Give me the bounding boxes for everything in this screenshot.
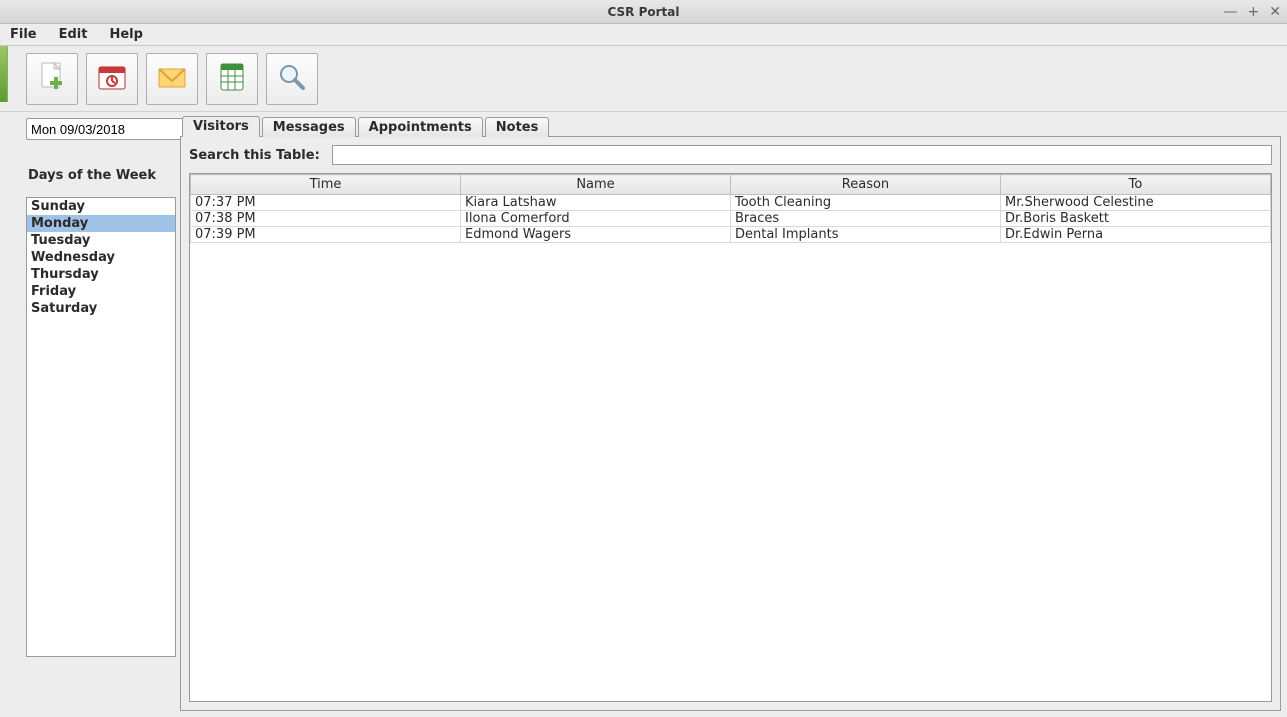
cell-reason: Dental Implants <box>731 227 1001 243</box>
spreadsheet-icon <box>216 61 248 97</box>
day-item-tuesday[interactable]: Tuesday <box>27 232 175 249</box>
day-item-sunday[interactable]: Sunday <box>27 198 175 215</box>
cell-reason: Tooth Cleaning <box>731 195 1001 211</box>
tab-bar: VisitorsMessagesAppointmentsNotes <box>176 112 1281 136</box>
date-picker: ⓘ <box>26 118 176 140</box>
cell-name: Kiara Latshaw <box>461 195 731 211</box>
visitors-table-wrap[interactable]: Time Name Reason To 07:37 PMKiara Latsha… <box>189 173 1272 702</box>
cell-to: Dr.Boris Baskett <box>1001 211 1271 227</box>
cell-name: Edmond Wagers <box>461 227 731 243</box>
window-title: CSR Portal <box>0 5 1287 19</box>
cell-time: 07:38 PM <box>191 211 461 227</box>
export-spreadsheet-button[interactable] <box>206 53 258 105</box>
tab-appointments[interactable]: Appointments <box>358 117 483 137</box>
new-document-icon <box>36 61 68 97</box>
menu-help[interactable]: Help <box>103 25 148 44</box>
calendar-button[interactable] <box>86 53 138 105</box>
day-item-saturday[interactable]: Saturday <box>27 300 175 317</box>
tab-messages[interactable]: Messages <box>262 117 356 137</box>
window-controls: — + ✕ <box>1224 0 1281 24</box>
mail-button[interactable] <box>146 53 198 105</box>
table-row[interactable]: 07:37 PMKiara LatshawTooth CleaningMr.Sh… <box>191 195 1271 211</box>
cell-time: 07:39 PM <box>191 227 461 243</box>
cell-name: Ilona Comerford <box>461 211 731 227</box>
column-header-time[interactable]: Time <box>191 175 461 195</box>
tab-visitors[interactable]: Visitors <box>182 116 260 137</box>
tab-notes[interactable]: Notes <box>485 117 550 137</box>
column-header-name[interactable]: Name <box>461 175 731 195</box>
table-row[interactable]: 07:39 PMEdmond WagersDental ImplantsDr.E… <box>191 227 1271 243</box>
table-search-row: Search this Table: <box>189 145 1272 165</box>
cell-to: Dr.Edwin Perna <box>1001 227 1271 243</box>
day-item-friday[interactable]: Friday <box>27 283 175 300</box>
cell-to: Mr.Sherwood Celestine <box>1001 195 1271 211</box>
minimize-button[interactable]: — <box>1224 5 1238 19</box>
calendar-icon <box>96 61 128 97</box>
tab-panel-visitors: Search this Table: Time Name Reason To <box>180 136 1281 711</box>
desktop-strip <box>0 46 8 102</box>
cell-time: 07:37 PM <box>191 195 461 211</box>
day-item-monday[interactable]: Monday <box>27 215 175 232</box>
maximize-button[interactable]: + <box>1248 5 1260 19</box>
mail-icon <box>156 61 188 97</box>
days-of-week-list[interactable]: SundayMondayTuesdayWednesdayThursdayFrid… <box>26 197 176 657</box>
table-header-row: Time Name Reason To <box>191 175 1271 195</box>
sidebar: ⓘ Days of the Week SundayMondayTuesdayWe… <box>0 112 176 717</box>
close-button[interactable]: ✕ <box>1269 5 1281 19</box>
days-of-week-title: Days of the Week <box>26 168 176 183</box>
menu-edit[interactable]: Edit <box>53 25 94 44</box>
day-item-wednesday[interactable]: Wednesday <box>27 249 175 266</box>
column-header-to[interactable]: To <box>1001 175 1271 195</box>
day-item-thursday[interactable]: Thursday <box>27 266 175 283</box>
search-icon <box>276 61 308 97</box>
table-row[interactable]: 07:38 PMIlona ComerfordBracesDr.Boris Ba… <box>191 211 1271 227</box>
search-input[interactable] <box>332 145 1272 165</box>
menu-file[interactable]: File <box>4 25 43 44</box>
menubar: File Edit Help <box>0 24 1287 46</box>
search-button[interactable] <box>266 53 318 105</box>
toolbar <box>0 46 1287 112</box>
visitors-table: Time Name Reason To 07:37 PMKiara Latsha… <box>190 174 1271 243</box>
column-header-reason[interactable]: Reason <box>731 175 1001 195</box>
new-document-button[interactable] <box>26 53 78 105</box>
titlebar: CSR Portal — + ✕ <box>0 0 1287 24</box>
cell-reason: Braces <box>731 211 1001 227</box>
search-label: Search this Table: <box>189 148 320 163</box>
main-panel: VisitorsMessagesAppointmentsNotes Search… <box>176 112 1287 717</box>
